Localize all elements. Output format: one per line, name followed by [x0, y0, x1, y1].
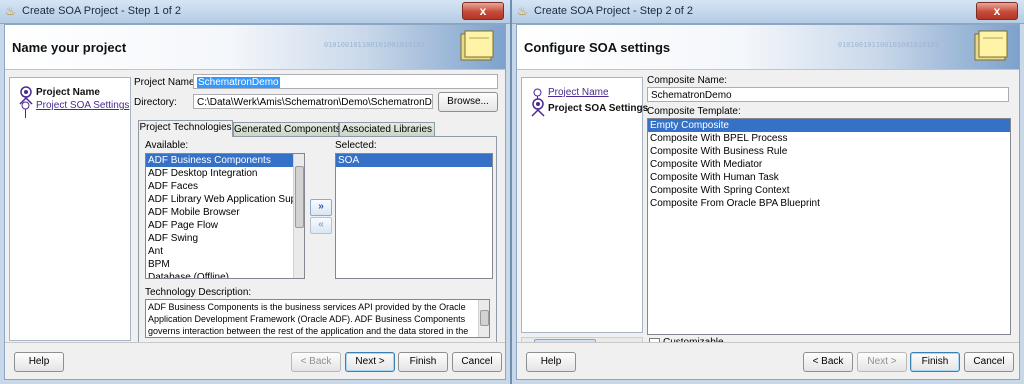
step-dot-icon — [533, 88, 542, 97]
composite-template-list[interactable]: Empty Composite Composite With BPEL Proce… — [647, 118, 1011, 335]
technology-description: ADF Business Components is the business … — [145, 299, 490, 338]
list-item[interactable]: ADF Mobile Browser — [146, 206, 304, 219]
tab-associated-libraries[interactable]: Associated Libraries — [339, 122, 435, 137]
list-item[interactable]: ADF Faces — [146, 180, 304, 193]
title-bar[interactable]: ♨ Create SOA Project - Step 2 of 2 x — [512, 0, 1024, 24]
technology-description-label: Technology Description: — [145, 287, 252, 298]
app-icon: ♨ — [5, 4, 16, 18]
folder-icon — [460, 30, 494, 61]
button-bar: Help < Back Next > Finish Cancel — [5, 342, 505, 379]
nav-item-project-name[interactable]: Project Name — [548, 87, 609, 98]
list-item[interactable]: Composite With Business Rule — [648, 145, 1010, 158]
window-title: Create SOA Project - Step 1 of 2 — [22, 5, 181, 17]
project-name-input[interactable]: SchematronDemo — [193, 74, 498, 89]
list-item[interactable]: Database (Offline) — [146, 271, 304, 278]
help-button[interactable]: Help — [526, 352, 576, 372]
list-item[interactable]: BPM — [146, 258, 304, 271]
selected-list[interactable]: SOA — [335, 153, 493, 279]
list-item[interactable]: SOA — [336, 154, 492, 167]
button-bar: Help < Back Next > Finish Cancel — [517, 342, 1019, 379]
list-item[interactable]: Composite From Oracle BPA Blueprint — [648, 197, 1010, 210]
wizard-window-step2: ♨ Create SOA Project - Step 2 of 2 x Con… — [512, 0, 1024, 384]
app-icon: ♨ — [517, 4, 528, 18]
window-title: Create SOA Project - Step 2 of 2 — [534, 5, 693, 17]
wizard-steps-pane: Project Name Project SOA Settings — [521, 77, 648, 333]
nav-item-project-soa-settings[interactable]: Project SOA Settings — [548, 103, 648, 114]
list-item[interactable]: Ant — [146, 245, 304, 258]
project-name-label: Project Name: — [134, 77, 198, 88]
remove-button[interactable]: « — [310, 217, 332, 234]
title-bar[interactable]: ♨ Create SOA Project - Step 1 of 2 x — [0, 0, 510, 24]
list-item[interactable]: Composite With Human Task — [648, 171, 1010, 184]
available-scrollbar[interactable] — [293, 154, 304, 278]
selected-label: Selected: — [335, 140, 377, 151]
description-scrollbar[interactable] — [478, 300, 489, 337]
dialog-body: Name your project 0101001011001010010101… — [4, 24, 506, 380]
directory-label: Directory: — [134, 97, 177, 108]
wizard-window-step1: ♨ Create SOA Project - Step 1 of 2 x Nam… — [0, 0, 510, 384]
composite-template-label: Composite Template: — [647, 106, 741, 117]
tab-generated-components[interactable]: Generated Components — [233, 122, 341, 137]
list-item[interactable]: Composite With Mediator — [648, 158, 1010, 171]
next-button[interactable]: Next > — [345, 352, 395, 372]
wizard-steps-pane: Project Name Project SOA Settings — [9, 77, 131, 341]
project-technologies-panel: Available: ADF Business Components ADF De… — [138, 136, 497, 343]
close-button[interactable]: x — [976, 2, 1018, 20]
list-item[interactable]: Empty Composite — [648, 119, 1010, 132]
page-title: Configure SOA settings — [524, 40, 671, 55]
list-item[interactable]: ADF Desktop Integration — [146, 167, 304, 180]
finish-button[interactable]: Finish — [910, 352, 960, 372]
dialog-body: Configure SOA settings 01010010110010100… — [516, 24, 1020, 380]
close-button[interactable]: x — [462, 2, 504, 20]
page-title: Name your project — [12, 40, 127, 55]
wizard-banner: Name your project 0101001011001010010101… — [5, 25, 505, 70]
back-button[interactable]: < Back — [291, 352, 341, 372]
back-button[interactable]: < Back — [803, 352, 853, 372]
banner-decoration: 010100101100101001010101 — [837, 41, 939, 49]
list-item[interactable]: ADF Page Flow — [146, 219, 304, 232]
list-item[interactable]: Composite With Spring Context — [648, 184, 1010, 197]
banner-decoration: 010100101100101001010101 — [323, 41, 425, 49]
nav-item-project-soa-settings[interactable]: Project SOA Settings — [36, 100, 129, 111]
available-list[interactable]: ADF Business Components ADF Desktop Integ… — [145, 153, 305, 279]
list-item[interactable]: Composite With BPEL Process — [648, 132, 1010, 145]
list-item[interactable]: ADF Swing — [146, 232, 304, 245]
wizard-banner: Configure SOA settings 01010010110010100… — [517, 25, 1019, 70]
next-button[interactable]: Next > — [857, 352, 907, 372]
tab-project-technologies[interactable]: Project Technologies — [138, 120, 233, 137]
list-item[interactable]: ADF Business Components — [146, 154, 304, 167]
cancel-button[interactable]: Cancel — [452, 352, 502, 372]
cancel-button[interactable]: Cancel — [964, 352, 1014, 372]
step-dot-icon — [21, 101, 30, 110]
folder-icon — [974, 30, 1008, 61]
add-button[interactable]: » — [310, 199, 332, 216]
composite-name-input[interactable]: SchematronDemo — [647, 87, 1009, 102]
help-button[interactable]: Help — [14, 352, 64, 372]
available-label: Available: — [145, 140, 189, 151]
list-item[interactable]: ADF Library Web Application Support — [146, 193, 304, 206]
composite-name-label: Composite Name: — [647, 75, 728, 86]
directory-input[interactable]: C:\Data\Werk\Amis\Schematron\Demo\Schema… — [193, 94, 433, 109]
nav-item-project-name[interactable]: Project Name — [36, 87, 100, 98]
current-step-icon — [531, 98, 545, 117]
browse-button[interactable]: Browse... — [438, 92, 498, 112]
project-name-value: SchematronDemo — [197, 77, 280, 88]
finish-button[interactable]: Finish — [398, 352, 448, 372]
